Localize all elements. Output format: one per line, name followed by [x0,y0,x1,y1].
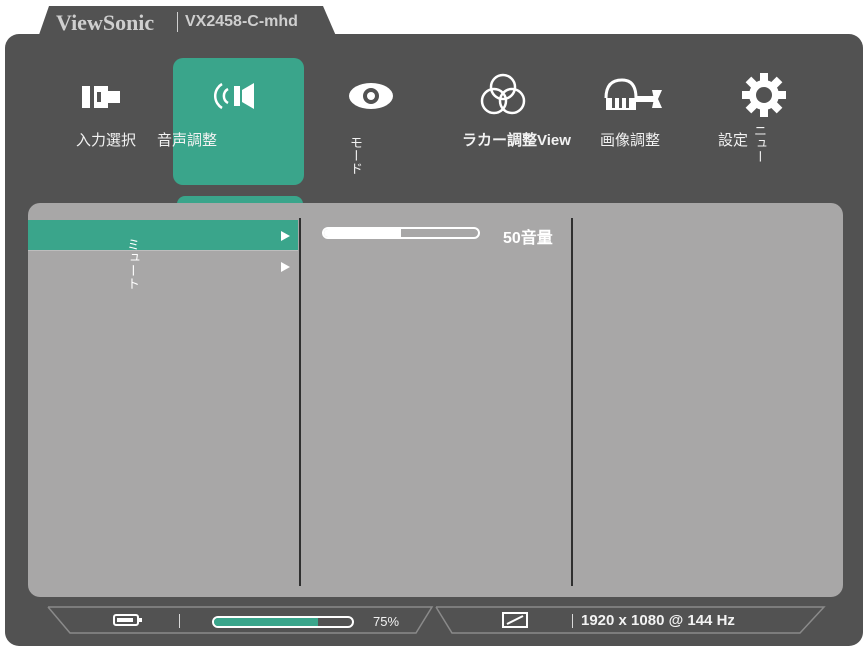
submenu-arrow-icon [281,231,290,241]
hand-wrench-icon [604,78,662,110]
brightness-percent: 75% [373,614,400,629]
display-icon [502,612,528,628]
tab-input-select-label: 入力選択 [76,132,137,149]
input-select-icon [82,86,120,108]
tab-image-adjust-label: 画像調整 [600,132,661,149]
tab-color-adjust-label: ラカー調整View [462,132,571,149]
resolution-readout: 1920 x 1080 @ 144 Hz [581,612,735,629]
speaker-icon [213,82,254,110]
tab-audio-label: 音声調整 [157,132,218,149]
submenu-mute-row[interactable] [28,251,298,281]
submenu-mute-label: ミュート [125,238,140,290]
column-divider-1 [299,218,301,586]
submenu-volume-row[interactable] [28,220,298,250]
brand-logo: ViewSonic [56,10,155,35]
tab-audio-active-bg [173,58,304,185]
column-divider-2 [571,218,573,586]
status-tick [572,614,573,628]
battery-fill [117,618,133,622]
gear-icon [742,73,786,117]
battery-icon [113,614,142,626]
color-circles-icon [480,73,526,115]
volume-slider-fill [324,229,401,237]
brightness-bar [212,616,354,628]
tab-setup-label-extra: ニュー [752,124,767,163]
tab-setup-label: 設定 [718,132,749,149]
volume-slider[interactable] [322,227,480,239]
volume-value-label: 50音量 [503,230,553,247]
title-separator [177,12,178,32]
eye-icon [349,83,393,109]
model-name: VX2458-C-mhd [185,13,298,30]
tab-mode-label: モード [348,136,363,175]
submenu-arrow-icon [281,262,290,272]
status-tick [179,614,180,628]
brightness-bar-fill [214,618,318,626]
